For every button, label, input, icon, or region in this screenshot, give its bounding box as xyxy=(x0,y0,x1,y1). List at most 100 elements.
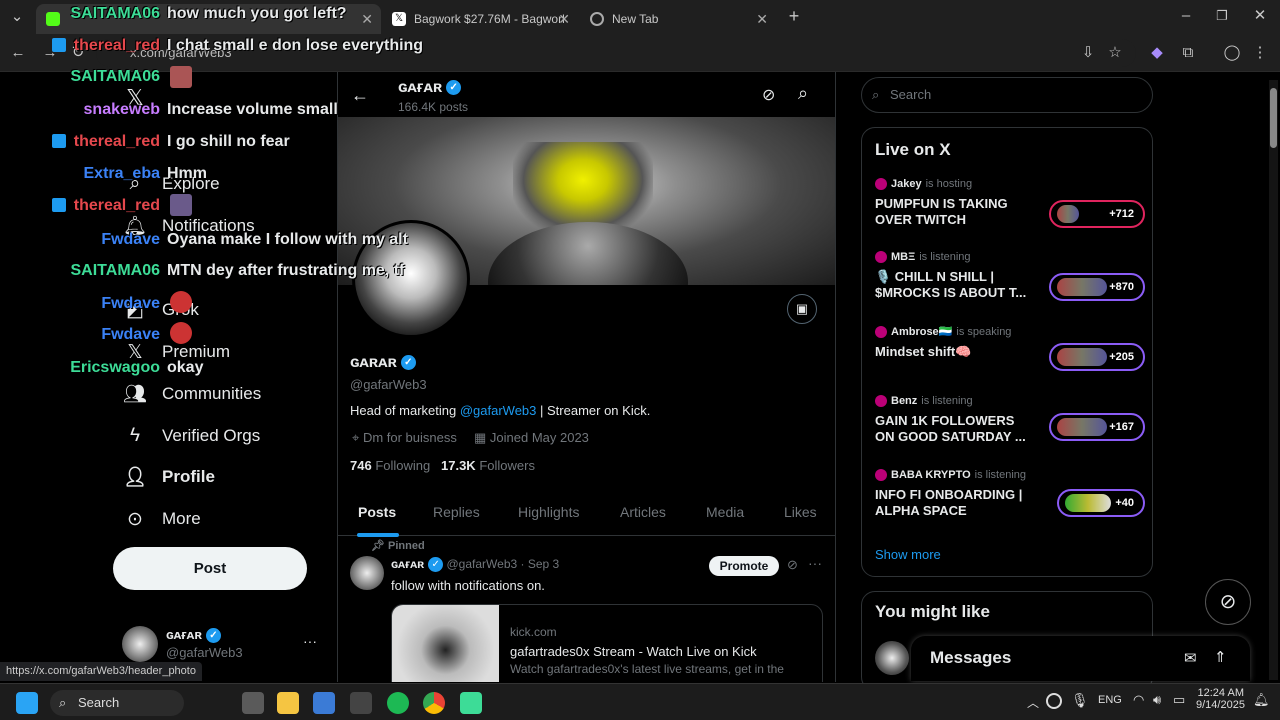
new-tab-icon[interactable]: + xyxy=(784,6,804,26)
tab-articles[interactable]: Articles xyxy=(620,504,666,520)
post-more-icon[interactable]: ··· xyxy=(808,555,822,571)
tray-app-icon[interactable] xyxy=(1046,693,1062,709)
scrollbar[interactable] xyxy=(1269,80,1278,680)
nav-label: Communities xyxy=(162,384,262,403)
live-item[interactable]: MBΞ is listening 🎙️ CHILL N SHILL | $MROC… xyxy=(875,251,1145,301)
listener-avatars xyxy=(1057,348,1107,366)
live-item[interactable]: Benz is listening GAIN 1K FOLLOWERS ON GO… xyxy=(875,395,1145,445)
microphone-icon[interactable]: 🎙︎ xyxy=(1071,692,1089,709)
post-author[interactable]: ɢᴀғᴀʀ xyxy=(391,557,424,571)
clock-time: 12:24 AM xyxy=(1197,687,1244,699)
search-input[interactable]: ⌕ Search xyxy=(861,77,1153,113)
nav-label: Profile xyxy=(162,467,215,486)
language-indicator[interactable]: ENG xyxy=(1098,694,1122,706)
tab-replies[interactable]: Replies xyxy=(433,504,480,520)
task-view-icon[interactable] xyxy=(242,692,264,714)
live-item[interactable]: Ambrose🇸🇱 is speaking Mindset shift🧠 +205 xyxy=(875,325,1145,371)
tab-bagwork[interactable]: 𝕏 Bagwork $27.76M - Bagwork / S ✕ xyxy=(382,4,578,34)
chat-message: Hmm xyxy=(167,165,208,182)
extensions-puzzle-icon[interactable]: ⧉ xyxy=(1178,43,1198,63)
account-name: ɢᴀғᴀʀ xyxy=(166,627,202,642)
live-item[interactable]: Jakey is hosting PUMPFUN IS TAKING OVER T… xyxy=(875,178,1145,228)
tab-highlights[interactable]: Highlights xyxy=(518,504,579,520)
show-more-link[interactable]: Show more xyxy=(875,547,941,562)
bookmark-star-icon[interactable]: ☆ xyxy=(1105,43,1125,63)
profile-handle: @gafarWeb3 xyxy=(350,377,427,392)
media-icon[interactable]: ▣ xyxy=(787,294,817,324)
nav-more[interactable]: ⊙ More xyxy=(122,501,201,537)
grok-floating-icon[interactable]: ⊘ xyxy=(1205,579,1251,625)
back-arrow-icon[interactable]: ← xyxy=(351,85,369,106)
link-card[interactable]: kick.com gafartrades0x Stream - Watch Li… xyxy=(391,604,823,682)
listener-avatars xyxy=(1065,494,1111,512)
live-item[interactable]: BABA KRYPTO is listening INFO FI ONBOARDI… xyxy=(875,469,1145,519)
nav-label: Verified Orgs xyxy=(162,426,261,445)
taskbar-search[interactable]: ⌕ Search xyxy=(50,690,184,716)
store-icon[interactable] xyxy=(313,692,335,714)
close-window-icon[interactable]: ✕ xyxy=(1250,6,1270,26)
battery-icon[interactable]: ▭ xyxy=(1173,692,1185,708)
chat-message: I chat small e don lose everything xyxy=(167,37,424,54)
card-description: Watch gafartrades0x's latest live stream… xyxy=(510,662,784,676)
account-more-icon[interactable]: ··· xyxy=(303,633,317,649)
messages-drawer[interactable]: Messages ✉ ⇑ xyxy=(911,636,1250,681)
tab-new-tab[interactable]: New Tab ✕ xyxy=(580,4,776,34)
bio-mention-link[interactable]: @gafarWeb3 xyxy=(460,403,537,418)
tray-chevron-icon[interactable]: ︿ xyxy=(1027,694,1039,711)
tab-media[interactable]: Media xyxy=(706,504,744,520)
file-explorer-icon[interactable] xyxy=(277,692,299,714)
scrollbar-thumb[interactable] xyxy=(1270,88,1277,148)
live-listeners-pill[interactable]: +712 xyxy=(1049,200,1145,228)
windows-start-icon[interactable] xyxy=(16,692,38,714)
minimize-icon[interactable]: – xyxy=(1176,6,1196,26)
install-app-icon[interactable]: ⇩ xyxy=(1078,43,1098,63)
chrome-icon[interactable] xyxy=(423,692,445,714)
post-handle[interactable]: @gafarWeb3 xyxy=(447,557,518,571)
notification-bell-icon[interactable]: 🔔︎ xyxy=(1253,692,1270,708)
suggested-avatar[interactable] xyxy=(875,641,909,675)
extension-icon[interactable]: ◆ xyxy=(1147,43,1167,63)
volume-icon[interactable]: 🔊︎ xyxy=(1153,692,1161,708)
live-listeners-pill[interactable]: +167 xyxy=(1049,413,1145,441)
account-avatar[interactable] xyxy=(122,626,158,662)
grok-analyze-icon[interactable]: ⊘ xyxy=(762,85,775,105)
nav-communities[interactable]: 👥︎ Communities xyxy=(122,376,261,412)
clock[interactable]: 12:24 AM 9/14/2025 xyxy=(1196,687,1245,711)
menu-kebab-icon[interactable]: ⋮ xyxy=(1250,43,1270,63)
close-tab-icon[interactable]: ✕ xyxy=(361,11,373,28)
post-avatar[interactable] xyxy=(350,556,384,590)
post-date[interactable]: · Sep 3 xyxy=(521,557,560,571)
account-switcher[interactable]: ɢᴀғᴀʀ ✓ @gafarWeb3 xyxy=(166,627,243,660)
followers-link[interactable]: 17.3K Followers xyxy=(441,458,535,473)
profile-icon[interactable]: ◯ xyxy=(1222,43,1242,63)
close-tab-icon[interactable]: ✕ xyxy=(756,11,768,28)
expand-icon[interactable]: ⇑ xyxy=(1214,648,1227,666)
following-link[interactable]: 746 Following xyxy=(350,458,430,473)
back-icon[interactable]: ← xyxy=(8,43,28,63)
link-status-bar: https://x.com/gafarWeb3/header_photo xyxy=(0,662,202,681)
location-text: Dm for buisness xyxy=(362,430,457,445)
new-message-icon[interactable]: ✉ xyxy=(1184,649,1197,667)
promote-button[interactable]: Promote xyxy=(709,556,779,576)
post-button[interactable]: Post xyxy=(113,547,307,590)
wifi-icon[interactable]: ◠ xyxy=(1133,692,1144,708)
nav-profile[interactable]: 👤︎ Profile xyxy=(122,459,215,495)
tab-posts[interactable]: Posts xyxy=(358,504,396,520)
live-listeners-pill[interactable]: +40 xyxy=(1057,489,1145,517)
app-icon[interactable] xyxy=(460,692,482,714)
spotify-icon[interactable] xyxy=(387,692,409,714)
profile-column: ← ɢᴀғᴀʀ ✓ 166.4K posts ⊘ ⌕ ▣ ɢᴀʀᴀʀ ✓ @gafa… xyxy=(337,72,836,682)
live-listeners-pill[interactable]: +205 xyxy=(1049,343,1145,371)
close-tab-icon[interactable]: ✕ xyxy=(558,11,570,28)
search-icon[interactable]: ⌕ xyxy=(798,83,808,104)
listener-count: +205 xyxy=(1109,351,1134,363)
account-handle: @gafarWeb3 xyxy=(166,645,243,661)
nav-verified-orgs[interactable]: ϟ Verified Orgs xyxy=(122,418,260,454)
maximize-icon[interactable]: ❐ xyxy=(1212,6,1232,26)
live-listeners-pill[interactable]: +870 xyxy=(1049,273,1145,301)
tab-list-icon[interactable]: ⌄ xyxy=(7,7,27,27)
grok-icon[interactable]: ⊘ xyxy=(787,557,798,573)
tab-likes[interactable]: Likes xyxy=(784,504,817,520)
following-label: Following xyxy=(375,458,431,473)
snipping-tool-icon[interactable] xyxy=(350,692,372,714)
